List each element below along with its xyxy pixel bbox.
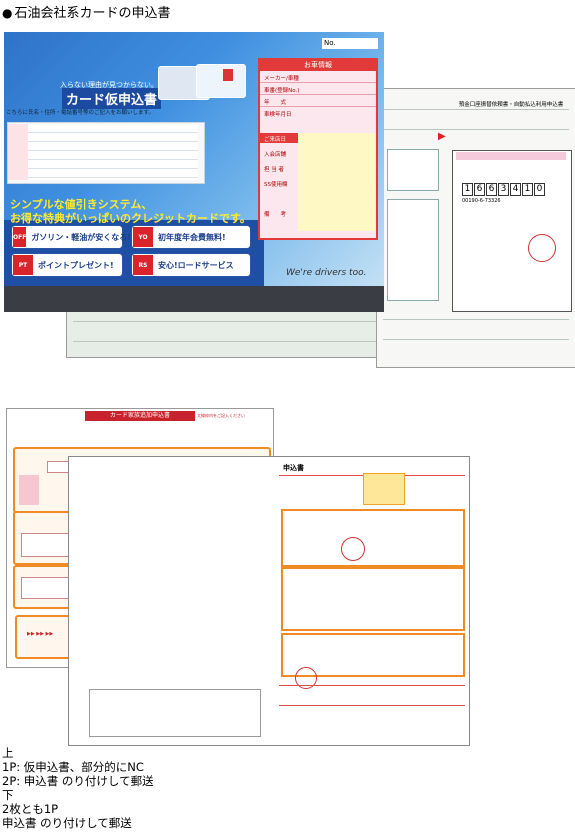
- note-line: 1P: 仮申込書、部分的にNC: [2, 760, 144, 774]
- bullet-icon: ●: [2, 6, 13, 20]
- page-title: ● 石油会社系カードの申込書: [2, 2, 171, 21]
- description: こちらに氏名・住所・電話番号等のご記入をお願いします。: [6, 110, 154, 116]
- car-info-box: お車情報 メーカー/車種 車番(登録No.) 年 式 車検年月日 ご来店日 入会…: [258, 58, 378, 240]
- badge-label: 初年度年会費無料!: [158, 232, 226, 242]
- form-box: [89, 689, 261, 737]
- digit-box: 0: [534, 183, 545, 196]
- badge-label: ポイントプレゼント!: [38, 260, 114, 270]
- form-line: [279, 705, 465, 706]
- page-title-text: 石油会社系カードの申込書: [14, 6, 171, 21]
- dark-footer-band: [4, 286, 384, 312]
- feature-badge: OFF ガソリン・軽油が安くなる!!: [12, 226, 135, 248]
- digit-box: 6: [474, 183, 485, 196]
- bank-sheet-account-no: 00190-6-73326: [462, 198, 501, 204]
- form-line: [260, 82, 376, 83]
- info-row: メーカー/車種: [264, 76, 299, 82]
- account-digit-boxes: 1 6 6 3 4 1 0: [462, 183, 546, 196]
- form-line: [260, 94, 376, 95]
- application-form-heading: 申込書: [283, 464, 304, 472]
- bank-sheet-pink-band: [456, 152, 566, 160]
- note-line: 下: [2, 788, 14, 802]
- badge-label: ガソリン・軽油が安くなる!!: [31, 232, 135, 242]
- note-line: 2枚とも1P: [2, 802, 59, 816]
- notes: 上 1P: 仮申込書、部分的にNC 2P: 申込書 のり付けして郵送 下 2枚と…: [2, 746, 154, 830]
- card-logo-icon: [223, 69, 233, 81]
- info-row: 担 当 者: [264, 167, 284, 173]
- arrow-icon: ▶: [438, 131, 446, 142]
- form-line: [383, 339, 569, 340]
- note-line: 2P: 申込書 のり付けして郵送: [2, 774, 154, 788]
- badge-label: 安心!ロードサービス: [158, 260, 234, 270]
- form-box: [387, 149, 439, 191]
- feature-badge: RS 安心!ロードサービス: [132, 254, 250, 276]
- form-frame: [281, 509, 465, 567]
- highlight-box: [363, 473, 405, 505]
- road-service-icon: RS: [133, 255, 153, 275]
- form-line: [260, 106, 376, 107]
- form-line: [383, 319, 569, 320]
- headline-2: お得な特典がいっぱいのクレジットカードです。: [10, 212, 251, 225]
- note-line: 上: [2, 746, 14, 760]
- circle-mark-icon: [341, 537, 365, 561]
- car-info-title: お車情報: [260, 60, 376, 71]
- gift-icon: PT: [13, 255, 33, 275]
- main-heading: カード仮申込書: [62, 88, 162, 109]
- info-row: 備 考: [264, 212, 287, 218]
- form-frame: [281, 567, 465, 631]
- form-label-column: [8, 124, 28, 180]
- info-row: 車番(登録No.): [264, 88, 300, 94]
- bank-sheet-heading: 預金口座振替依頼書・自動払込利用申込書: [458, 102, 564, 108]
- info-row: 車検年月日: [264, 112, 292, 118]
- form-box: [387, 199, 439, 301]
- label-cell: [19, 475, 39, 505]
- digit-box: 4: [510, 183, 521, 196]
- form-line: [383, 109, 569, 110]
- seal-stamp-icon: [528, 234, 556, 262]
- info-row: ご来店日: [264, 137, 287, 143]
- info-row: 入会店舗: [264, 152, 287, 158]
- feature-badge: YO 初年度年会費無料!: [132, 226, 250, 248]
- bank-sheet-frame: [452, 150, 572, 312]
- no-field: No.: [322, 38, 378, 49]
- note-line: 申込書 のり付けして郵送: [2, 816, 132, 830]
- digit-box: 1: [522, 183, 533, 196]
- credit-card-image: [196, 64, 246, 98]
- form-line: [279, 685, 465, 686]
- feature-badge: PT ポイントプレゼント!: [12, 254, 122, 276]
- info-row: 年 式: [264, 100, 287, 106]
- form-line: [383, 129, 569, 130]
- step-arrows-icon: ▶▶ ▶▶ ▶▶: [27, 631, 54, 637]
- form-input-rows: [28, 124, 198, 180]
- digit-box: 1: [462, 183, 473, 196]
- digit-box: 6: [486, 183, 497, 196]
- application-form-sheet: 申込書: [68, 456, 470, 746]
- yen-icon: YO: [133, 227, 153, 247]
- family-form-heading: カード家族追加申込書: [85, 411, 195, 421]
- info-row: SS使用欄: [264, 182, 288, 188]
- tagline: We're drivers too.: [286, 268, 367, 278]
- digit-box: 3: [498, 183, 509, 196]
- discount-icon: OFF: [13, 227, 27, 247]
- family-form-heading-note: 太線枠内をご記入ください: [197, 413, 245, 418]
